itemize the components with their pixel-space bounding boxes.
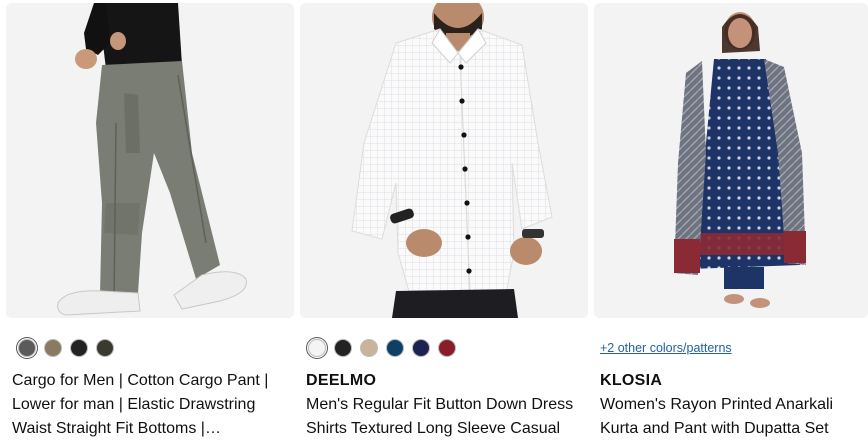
product-title-link[interactable]: Men's Regular Fit Button Down Dress Shir… (306, 393, 573, 441)
color-swatch[interactable] (44, 339, 62, 357)
more-colors-link[interactable]: +2 other colors/patterns (600, 341, 732, 355)
color-swatch[interactable] (438, 339, 456, 357)
product-title-line: Waist Straight Fit Bottoms |… (12, 420, 221, 437)
product-title-line: Lower for man | Elastic Drawstring (12, 396, 256, 413)
product-title-line: Shirts Textured Long Sleeve Casual (306, 420, 561, 437)
product-image-shirt[interactable] (300, 3, 588, 318)
product-image-kurta-set[interactable] (594, 3, 868, 318)
product-card-kurta[interactable]: +2 other colors/patterns KLOSIA Women's … (594, 0, 868, 439)
color-swatch[interactable] (412, 339, 430, 357)
brand-name: KLOSIA (600, 372, 663, 389)
product-title-link[interactable]: Women's Rayon Printed Anarkali Kurta and… (600, 393, 833, 441)
brand-name: DEELMO (306, 372, 377, 389)
color-swatches (18, 339, 114, 357)
product-card-cargo[interactable]: Cargo for Men | Cotton Cargo Pant | Lowe… (6, 0, 294, 439)
color-swatch[interactable] (70, 339, 88, 357)
product-title-link[interactable]: Cargo for Men | Cotton Cargo Pant | Lowe… (12, 369, 268, 441)
product-title-line: Men's Regular Fit Button Down Dress (306, 396, 574, 413)
product-image-cargo-pants[interactable] (6, 3, 294, 318)
product-title-line: Kurta and Pant with Dupatta Set (600, 420, 829, 437)
product-title-line: Cargo for Men | Cotton Cargo Pant | (12, 372, 269, 389)
color-swatch[interactable] (18, 339, 36, 357)
color-swatch[interactable] (96, 339, 114, 357)
color-swatch[interactable] (386, 339, 404, 357)
product-title-line: Women's Rayon Printed Anarkali (600, 396, 834, 413)
color-swatch[interactable] (308, 339, 326, 357)
color-swatches (308, 339, 456, 357)
product-card-shirt[interactable]: DEELMO Men's Regular Fit Button Down Dre… (300, 0, 588, 439)
color-swatch[interactable] (334, 339, 352, 357)
color-swatch[interactable] (360, 339, 378, 357)
